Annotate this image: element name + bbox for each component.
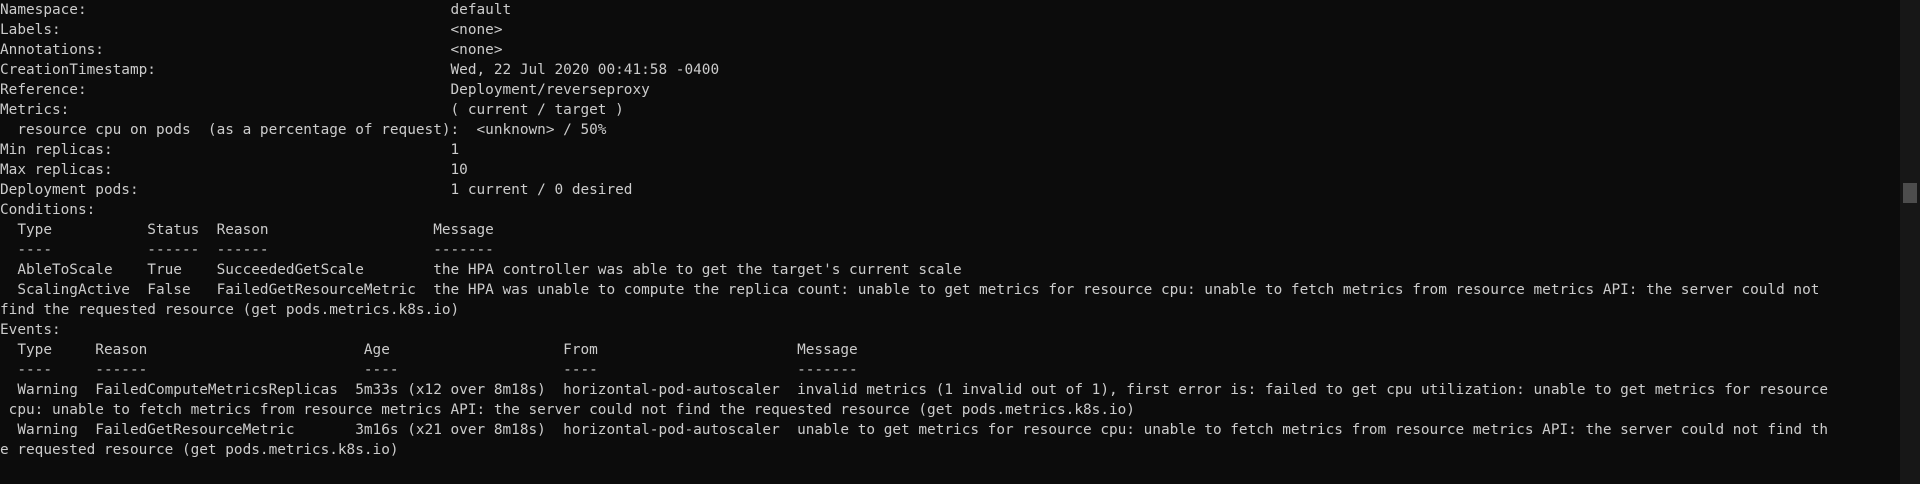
conditions-row-scaling-active: ScalingActive False FailedGetResourceMet… xyxy=(0,282,1820,298)
terminal-output: Namespace: default Labels: <none> Annota… xyxy=(0,0,1900,484)
events-table-header: Type Reason Age From Message xyxy=(0,342,858,358)
output-line-min-replicas: Min replicas: 1 xyxy=(0,142,460,158)
vertical-scrollbar[interactable] xyxy=(1900,0,1920,484)
events-row-failed-get-resource-metric: Warning FailedGetResourceMetric 3m16s (x… xyxy=(0,422,1829,438)
output-line-conditions: Conditions: xyxy=(0,202,96,218)
events-row-failed-compute-metrics-wrap: cpu: unable to fetch metrics from resour… xyxy=(0,402,1135,418)
events-row-failed-compute-metrics: Warning FailedComputeMetricsReplicas 5m3… xyxy=(0,382,1829,398)
output-line-annotations: Annotations: <none> xyxy=(0,42,503,58)
conditions-table-header: Type Status Reason Message xyxy=(0,222,494,238)
conditions-row-able-to-scale: AbleToScale True SucceededGetScale the H… xyxy=(0,262,962,278)
output-line-namespace: Namespace: default xyxy=(0,2,512,18)
conditions-table-divider: ---- ------ ------ ------- xyxy=(0,242,494,258)
output-line-max-replicas: Max replicas: 10 xyxy=(0,162,468,178)
output-line-metrics-cpu: resource cpu on pods (as a percentage of… xyxy=(0,122,607,138)
output-line-creation-timestamp: CreationTimestamp: Wed, 22 Jul 2020 00:4… xyxy=(0,62,720,78)
output-line-metrics: Metrics: ( current / target ) xyxy=(0,102,624,118)
events-row-failed-get-resource-metric-wrap: e requested resource (get pods.metrics.k… xyxy=(0,442,399,458)
conditions-row-scaling-active-wrap: find the requested resource (get pods.me… xyxy=(0,302,460,318)
output-line-events: Events: xyxy=(0,322,61,338)
scrollbar-thumb[interactable] xyxy=(1903,183,1917,203)
output-line-reference: Reference: Deployment/reverseproxy xyxy=(0,82,650,98)
output-line-deployment-pods: Deployment pods: 1 current / 0 desired xyxy=(0,182,633,198)
events-table-divider: ---- ------ ---- ---- ------- xyxy=(0,362,858,378)
output-line-labels: Labels: <none> xyxy=(0,22,503,38)
